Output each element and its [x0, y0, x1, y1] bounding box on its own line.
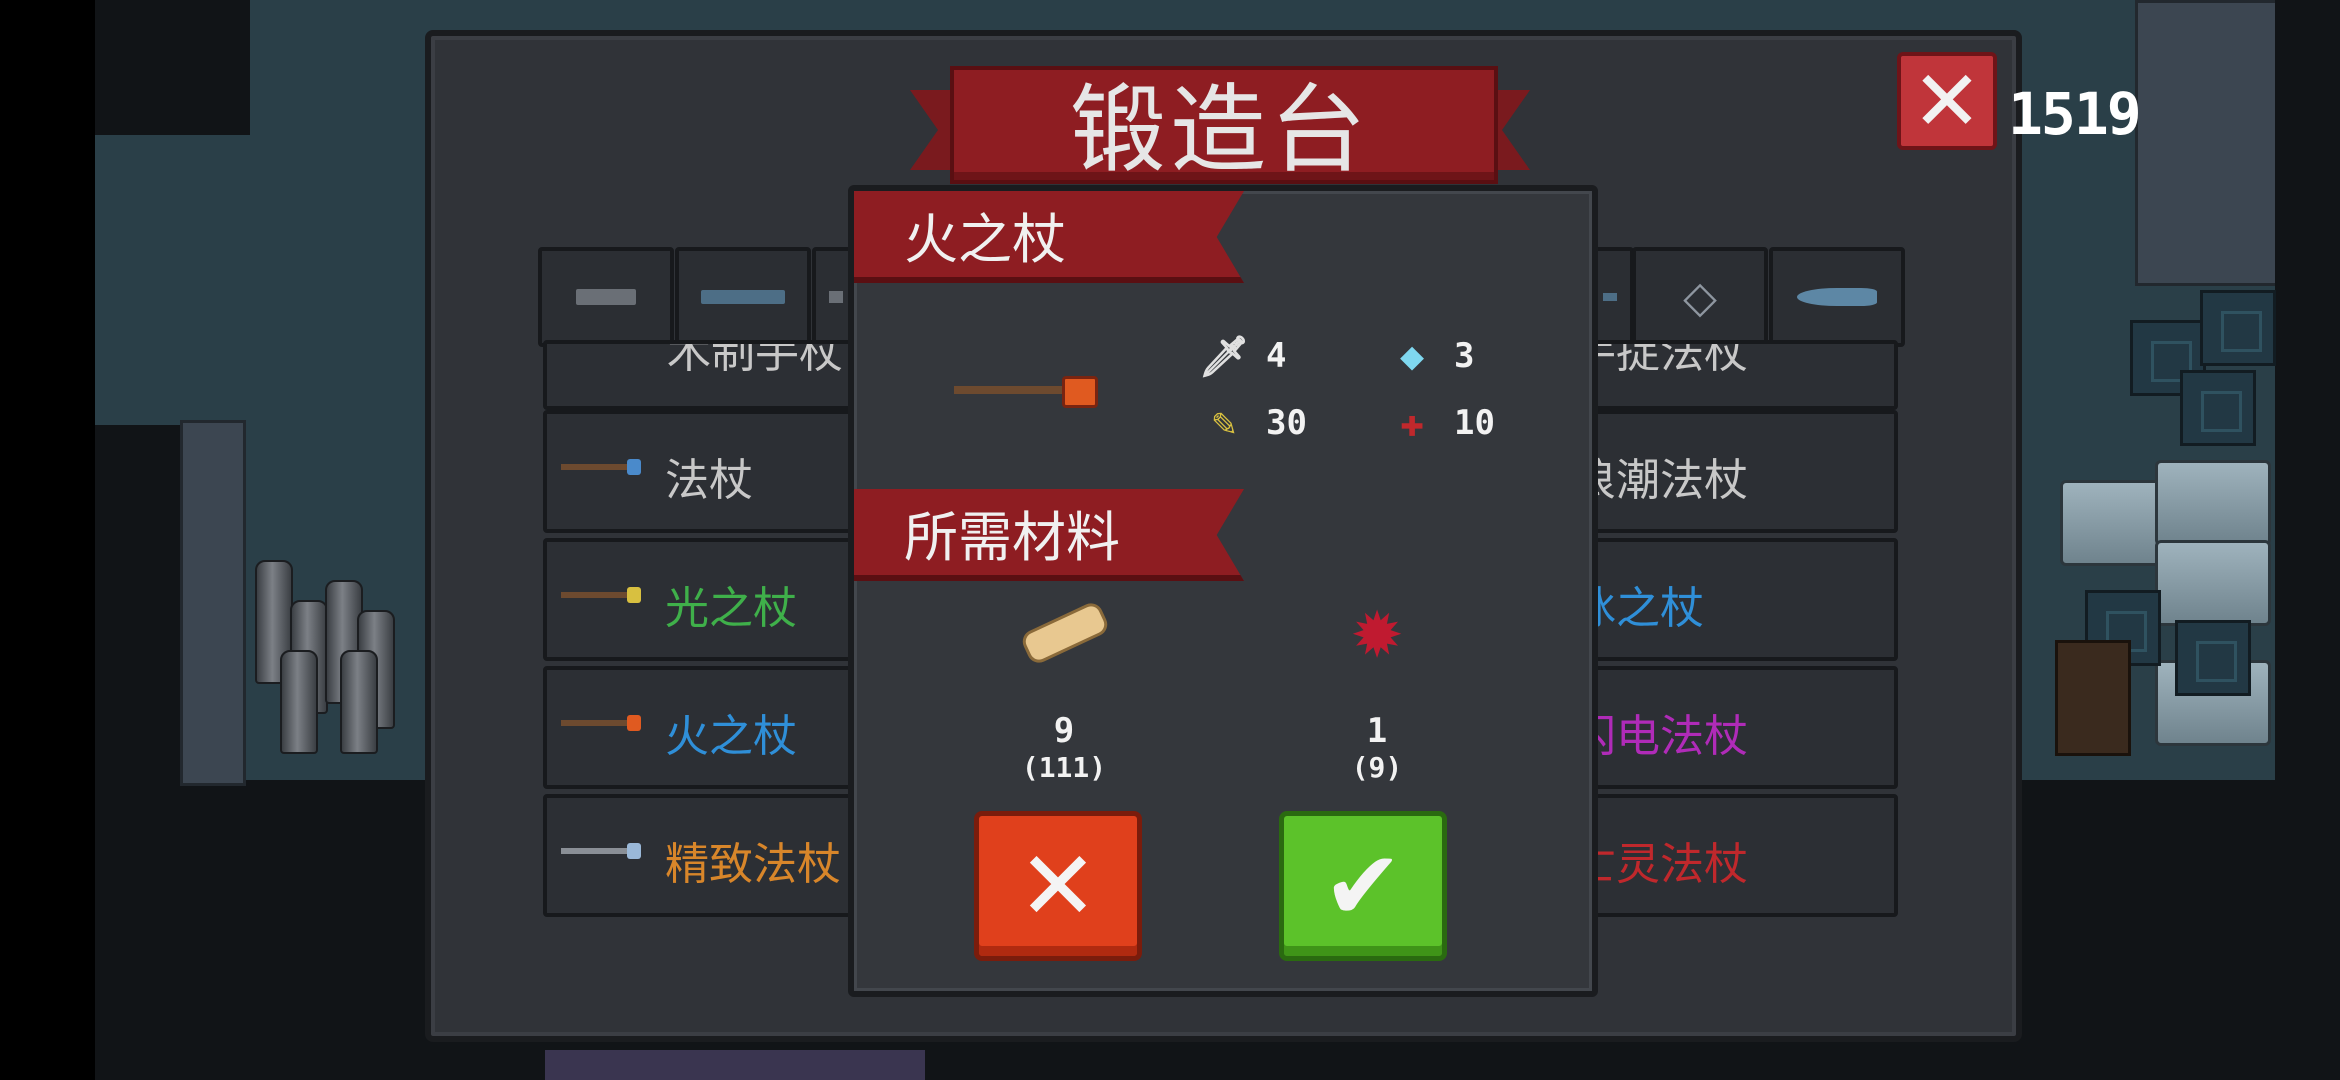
craft-dialog: 火之杖 🗡 4 ◆ 3 ✎ 30 ✚ 10 所需材料 9 (111) ✹ 1 (…: [848, 185, 1598, 997]
staff-icon: [561, 587, 641, 603]
item-name-ribbon: 火之杖: [854, 191, 1244, 283]
currency-counter: 1519: [2008, 80, 2142, 148]
crystal-icon: ◆: [1399, 333, 1425, 379]
list-item[interactable]: 冰之杖: [1580, 538, 1898, 661]
list-item[interactable]: 浪潮法杖: [1580, 410, 1898, 533]
materials-title: 所需材料: [904, 505, 1120, 569]
cancel-icon: ✕: [1017, 830, 1099, 942]
list-item[interactable]: 亡灵法杖: [1580, 794, 1898, 917]
staff-icon: [561, 715, 641, 731]
tab-rifle[interactable]: [675, 247, 811, 347]
materials-ribbon: 所需材料: [854, 489, 1244, 581]
checkmark-icon: ✔: [1322, 830, 1404, 942]
rifle-icon: [701, 290, 785, 304]
forge-title: 锻造台: [1070, 73, 1370, 186]
list-item[interactable]: 法杖: [543, 410, 864, 533]
fish-icon: [1797, 288, 1877, 306]
material-leaf-count: 1 (9): [1351, 711, 1403, 784]
list-item[interactable]: 闪电法杖: [1580, 666, 1898, 789]
pistol-icon: [576, 289, 636, 305]
staff-icon: [561, 843, 641, 859]
close-button[interactable]: ✕: [1897, 52, 1997, 150]
red-leaf-icon: ✹: [1350, 599, 1404, 673]
material-wood-count: 9 (111): [1021, 711, 1107, 784]
bullet-icon: ✎: [1211, 400, 1237, 446]
stat-ammo: ✎ 30: [1204, 400, 1307, 446]
tab-diamond[interactable]: ◇: [1632, 247, 1768, 347]
tab-fish[interactable]: [1769, 247, 1905, 347]
staff-icon: [561, 459, 641, 475]
stat-damage: 🗡 4: [1198, 333, 1287, 380]
list-item[interactable]: 精致法杖: [543, 794, 864, 917]
forge-title-banner: 锻造台: [910, 66, 1530, 186]
close-icon: ✕: [1911, 52, 1983, 150]
list-item[interactable]: 光之杖: [543, 538, 864, 661]
cancel-button[interactable]: ✕: [974, 811, 1142, 961]
tab-pistol[interactable]: [538, 247, 674, 347]
staff-icon: [1603, 293, 1617, 301]
weapon-icon: [829, 291, 843, 303]
diamond-icon: ◇: [1683, 271, 1717, 323]
item-name: 火之杖: [904, 207, 1066, 271]
stat-energy: ◆ 3: [1392, 333, 1475, 379]
list-item[interactable]: 冰晶手捉法杖: [1580, 340, 1898, 410]
fire-staff-icon: [954, 386, 1064, 394]
stat-crit: ✚ 10: [1392, 400, 1495, 446]
list-item[interactable]: 火之杖: [543, 666, 864, 789]
sword-icon: 🗡: [1198, 333, 1250, 380]
crosshair-icon: ✚: [1399, 400, 1425, 446]
confirm-button[interactable]: ✔: [1279, 811, 1447, 961]
wood-log-icon: [1018, 599, 1112, 667]
list-item[interactable]: 木制手杖: [543, 340, 864, 410]
